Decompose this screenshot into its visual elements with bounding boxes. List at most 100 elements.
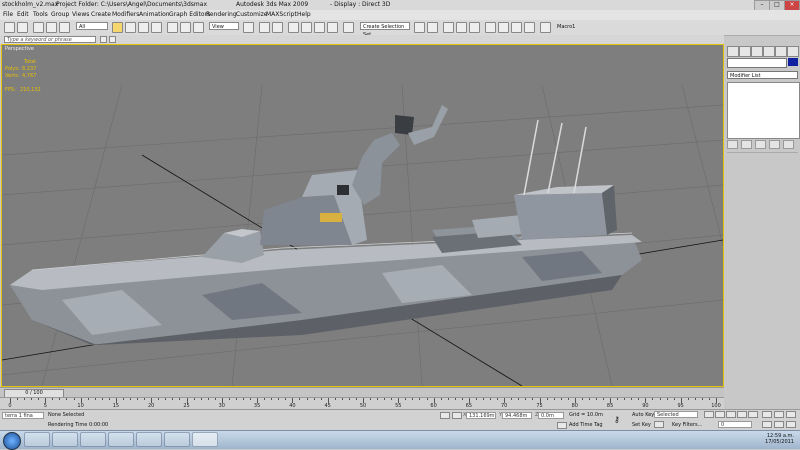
- menu-animation[interactable]: Animation: [139, 11, 170, 18]
- play-icon[interactable]: [726, 411, 736, 418]
- search-icon[interactable]: [100, 36, 107, 43]
- z-coordinate-field[interactable]: 0.0m: [538, 412, 564, 419]
- orbit-icon[interactable]: [786, 421, 796, 428]
- bind-space-warp-icon[interactable]: [59, 22, 70, 33]
- media-icon[interactable]: [164, 432, 190, 447]
- move-icon[interactable]: [167, 22, 178, 33]
- absolute-mode-icon[interactable]: [452, 412, 462, 419]
- menu-customize[interactable]: Customize: [236, 11, 268, 18]
- curve-editor-icon[interactable]: [456, 22, 467, 33]
- chrome-icon[interactable]: [80, 432, 106, 447]
- menu-maxscript[interactable]: MAXScript: [266, 11, 297, 18]
- select-manipulate-icon[interactable]: [259, 22, 270, 33]
- percent-snap-icon[interactable]: [314, 22, 325, 33]
- render-production-icon[interactable]: [524, 22, 535, 33]
- go-to-end-icon[interactable]: [748, 411, 758, 418]
- menu-help[interactable]: Help: [297, 11, 311, 18]
- scale-icon[interactable]: [193, 22, 204, 33]
- pivot-center-icon[interactable]: [243, 22, 254, 33]
- keyboard-shortcut-icon[interactable]: [272, 22, 283, 33]
- remove-modifier-icon[interactable]: [769, 140, 780, 149]
- start-button-icon[interactable]: [3, 432, 21, 450]
- spinner-snap-icon[interactable]: [327, 22, 338, 33]
- 3dsmax-taskbar-icon[interactable]: [192, 432, 218, 447]
- current-frame-field[interactable]: 0: [718, 421, 752, 428]
- modifier-stack[interactable]: [727, 82, 800, 139]
- angle-snap-icon[interactable]: [301, 22, 312, 33]
- menu-create[interactable]: Create: [91, 11, 111, 18]
- teapot-render-icon[interactable]: [540, 22, 551, 33]
- firefox-icon[interactable]: [108, 432, 134, 447]
- pan-icon[interactable]: [774, 421, 784, 428]
- layer-manager-icon[interactable]: [443, 22, 454, 33]
- unlink-icon[interactable]: [46, 22, 57, 33]
- menu-rendering[interactable]: Rendering: [206, 11, 237, 18]
- modifier-list-dropdown[interactable]: Modifier List: [727, 71, 798, 79]
- menu-graph-editors[interactable]: Graph Editors: [169, 11, 210, 18]
- menu-file[interactable]: File: [3, 11, 13, 18]
- lock-selection-icon[interactable]: [440, 412, 450, 419]
- clock[interactable]: 12:59 a.m. 17/05/2011: [765, 433, 794, 445]
- search-input[interactable]: Type a keyword or phrase: [4, 36, 96, 43]
- material-editor-icon[interactable]: [485, 22, 496, 33]
- select-object-icon[interactable]: [112, 22, 123, 33]
- time-tag-icon[interactable]: [557, 422, 567, 429]
- object-name-field[interactable]: [727, 58, 787, 68]
- field-of-view-icon[interactable]: [762, 421, 772, 428]
- previous-frame-icon[interactable]: [715, 411, 725, 418]
- app-icon[interactable]: [136, 432, 162, 447]
- redo-icon[interactable]: [17, 22, 28, 33]
- zoom-icon[interactable]: [762, 411, 772, 418]
- menu-tools[interactable]: Tools: [33, 11, 48, 18]
- window-crossing-icon[interactable]: [151, 22, 162, 33]
- rendered-frame-window-icon[interactable]: [511, 22, 522, 33]
- display-tab-icon[interactable]: [775, 46, 787, 57]
- schematic-view-icon[interactable]: [469, 22, 480, 33]
- align-icon[interactable]: [427, 22, 438, 33]
- mirror-icon[interactable]: [414, 22, 425, 33]
- go-to-start-icon[interactable]: [704, 411, 714, 418]
- menu-modifiers[interactable]: Modifiers: [112, 11, 139, 18]
- named-selection-set-dropdown[interactable]: Create Selection Set: [360, 22, 410, 38]
- key-icon[interactable]: ⚷: [614, 416, 628, 424]
- next-frame-icon[interactable]: [737, 411, 747, 418]
- add-time-tag[interactable]: Add Time Tag: [569, 422, 603, 428]
- auto-key-button[interactable]: Auto Key: [632, 412, 654, 418]
- info-center-icon[interactable]: [109, 36, 116, 43]
- modify-tab-icon[interactable]: [739, 46, 751, 57]
- select-by-name-icon[interactable]: [125, 22, 136, 33]
- utilities-tab-icon[interactable]: [787, 46, 799, 57]
- pin-stack-icon[interactable]: [727, 140, 738, 149]
- zoom-extents-icon[interactable]: [786, 411, 796, 418]
- menu-edit[interactable]: Edit: [17, 11, 29, 18]
- key-mode-dropdown[interactable]: Selected: [654, 411, 698, 418]
- zoom-all-icon[interactable]: [774, 411, 784, 418]
- show-end-result-icon[interactable]: [741, 140, 752, 149]
- object-color-swatch[interactable]: [788, 58, 798, 66]
- rectangle-region-icon[interactable]: [138, 22, 149, 33]
- reference-coordinate-dropdown[interactable]: View: [209, 22, 239, 30]
- internet-explorer-icon[interactable]: [24, 432, 50, 447]
- selection-filter-dropdown[interactable]: All: [76, 22, 108, 30]
- menu-views[interactable]: Views: [72, 11, 89, 18]
- file-explorer-icon[interactable]: [52, 432, 78, 447]
- motion-tab-icon[interactable]: [763, 46, 775, 57]
- x-coordinate-field[interactable]: 131.169m: [466, 412, 496, 419]
- make-unique-icon[interactable]: [755, 140, 766, 149]
- hierarchy-tab-icon[interactable]: [751, 46, 763, 57]
- maxscript-listener[interactable]: terra 1 fina: [2, 412, 44, 419]
- macro-label[interactable]: Macro1: [557, 24, 575, 30]
- y-coordinate-field[interactable]: 94.468m: [502, 412, 532, 419]
- rotate-icon[interactable]: [180, 22, 191, 33]
- key-filters-button[interactable]: Key Filters...: [672, 422, 702, 428]
- set-key-button[interactable]: Set Key: [632, 422, 651, 428]
- edit-named-selection-icon[interactable]: [343, 22, 354, 33]
- create-tab-icon[interactable]: [727, 46, 739, 57]
- snaps-toggle-icon[interactable]: [288, 22, 299, 33]
- configure-modifier-sets-icon[interactable]: [783, 140, 794, 149]
- link-icon[interactable]: [33, 22, 44, 33]
- render-setup-icon[interactable]: [498, 22, 509, 33]
- menu-group[interactable]: Group: [51, 11, 69, 18]
- perspective-viewport[interactable]: Perspective Total Polys: 8,237 Verts: 4,…: [1, 44, 724, 387]
- set-key-icon[interactable]: [654, 421, 664, 428]
